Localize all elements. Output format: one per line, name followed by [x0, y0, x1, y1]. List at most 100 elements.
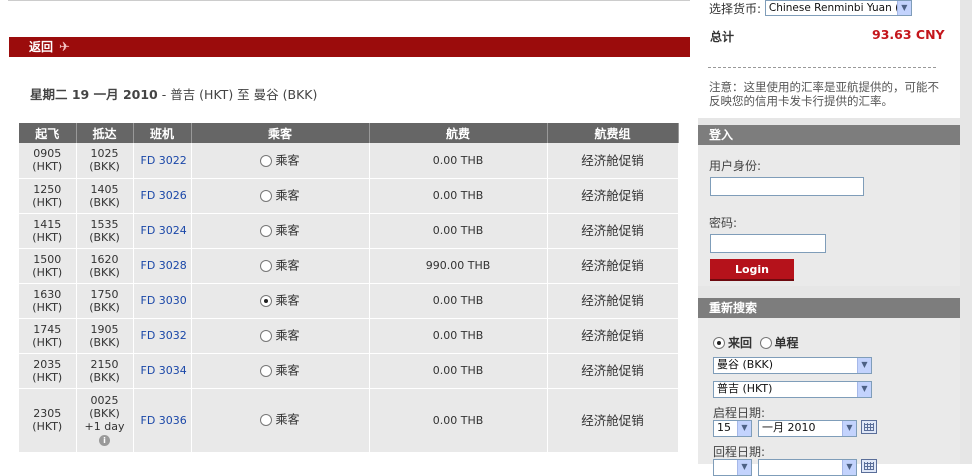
password-input[interactable] [710, 234, 826, 253]
col-header-fare: 航费 [369, 123, 548, 143]
chevron-down-icon[interactable]: ▼ [857, 382, 871, 397]
arrive-time: 1535 [90, 217, 119, 231]
calendar-icon[interactable] [861, 420, 877, 434]
journey-route: - 普吉 (HKT) 至 曼谷 (BKK) [157, 87, 318, 102]
return-month-select[interactable]: ▼ [758, 459, 857, 476]
table-row: 1415 (HKT) 1535 (BKK) FD 3024 乘客 0.00 THB 经济舱促销 [19, 213, 679, 249]
arrive-cell: 1535 (BKK) [76, 213, 134, 249]
flight-number-link[interactable]: FD 3022 [133, 143, 192, 179]
table-header-row: 起飞 抵达 班机 乘客 航费 航费组 [19, 123, 679, 143]
depart-time: 2035 [33, 357, 62, 371]
passenger-cell: 乘客 [191, 143, 370, 179]
flight-table: 起飞 抵达 班机 乘客 航费 航费组 0905 (HKT) 1025 (BKK) FD … [19, 123, 679, 453]
back-link[interactable]: 返回 ✈ [9, 37, 690, 57]
depart-code: (HKT) [32, 195, 63, 209]
password-label: 密码: [709, 216, 738, 230]
fare-select-radio[interactable] [260, 259, 273, 272]
destination-select[interactable]: 普吉 (HKT) ▼ [713, 381, 872, 398]
flight-number-link[interactable]: FD 3028 [133, 248, 192, 284]
calendar-icon[interactable] [861, 459, 877, 473]
exchange-note: 注意：这里使用的汇率是亚航提供的，可能不反映您的信用卡发卡行提供的汇率。 [709, 80, 939, 108]
flight-number-link[interactable]: FD 3024 [133, 213, 192, 249]
passenger-label: 乘客 [275, 412, 300, 427]
fare-cell: 0.00 THB [369, 318, 548, 354]
flight-number-link[interactable]: FD 3032 [133, 318, 192, 354]
currency-value: Chinese Renminbi Yuan (C [768, 2, 907, 14]
passenger-cell: 乘客 [191, 353, 370, 389]
depart-month-value: 一月 2010 [762, 421, 816, 434]
arrive-code: (BKK) [89, 300, 120, 314]
table-row: 0905 (HKT) 1025 (BKK) FD 3022 乘客 0.00 THB 经济舱促销 [19, 143, 679, 179]
depart-time: 0905 [33, 147, 62, 161]
arrive-code: (BKK) [89, 230, 120, 244]
table-row: 1250 (HKT) 1405 (BKK) FD 3026 乘客 0.00 THB 经济舱促销 [19, 178, 679, 214]
return-day-select[interactable]: ▼ [713, 459, 752, 476]
depart-cell: 1630 (HKT) [19, 283, 77, 319]
roundtrip-radio[interactable] [713, 336, 725, 349]
passenger-label: 乘客 [275, 223, 300, 238]
fare-select-radio[interactable] [260, 329, 273, 342]
table-row: 1745 (HKT) 1905 (BKK) FD 3032 乘客 0.00 THB 经济舱促销 [19, 318, 679, 354]
depart-time: 1745 [33, 322, 62, 336]
login-button[interactable]: Login [710, 259, 794, 281]
fare-cell: 0.00 THB [369, 283, 548, 319]
fare-select-radio[interactable] [260, 224, 273, 237]
fare-select-radio[interactable] [260, 294, 273, 307]
total-label: 总计 [710, 30, 735, 44]
passenger-label: 乘客 [275, 258, 300, 273]
passenger-label: 乘客 [275, 328, 300, 343]
roundtrip-label: 来回 [728, 336, 753, 350]
passenger-cell: 乘客 [191, 283, 370, 319]
fare-cell: 0.00 THB [369, 388, 548, 453]
fare-group-cell: 经济舱促销 [547, 318, 679, 354]
info-icon[interactable]: i [99, 435, 110, 446]
fare-group-cell: 经济舱促销 [547, 283, 679, 319]
trip-type: 来回 单程 [713, 334, 799, 351]
arrive-code: (BKK) [89, 407, 120, 420]
arrive-cell: 1905 (BKK) [76, 318, 134, 354]
return-date-label: 回程日期: [713, 445, 766, 459]
depart-day-value: 15 [717, 421, 731, 434]
flight-number-link[interactable]: FD 3026 [133, 178, 192, 214]
passenger-cell: 乘客 [191, 248, 370, 284]
arrive-code: (BKK) [89, 265, 120, 279]
depart-time: 1250 [33, 182, 62, 196]
col-header-fare-group: 航费组 [547, 123, 679, 143]
fare-select-radio[interactable] [260, 414, 273, 427]
fare-group-cell: 经济舱促销 [547, 353, 679, 389]
user-id-input[interactable] [710, 177, 864, 196]
flight-number-link[interactable]: FD 3030 [133, 283, 192, 319]
arrive-time: 1405 [90, 182, 119, 196]
depart-code: (HKT) [32, 230, 63, 244]
oneway-radio[interactable] [759, 336, 772, 349]
passenger-label: 乘客 [275, 293, 300, 308]
currency-row: 选择货币: Chinese Renminbi Yuan (C ▼ [709, 0, 912, 17]
fare-select-radio[interactable] [260, 154, 273, 167]
flight-number-link[interactable]: FD 3036 [133, 388, 192, 453]
flight-number-link[interactable]: FD 3034 [133, 353, 192, 389]
fare-cell: 990.00 THB [369, 248, 548, 284]
back-label[interactable]: 返回 [29, 40, 53, 54]
origin-select[interactable]: 曼谷 (BKK) ▼ [713, 357, 872, 374]
arrive-time: 1905 [90, 322, 119, 336]
col-header-depart: 起飞 [19, 123, 77, 143]
chevron-down-icon[interactable]: ▼ [896, 1, 911, 15]
login-panel-title: 登入 [698, 125, 960, 145]
currency-select[interactable]: Chinese Renminbi Yuan (C ▼ [764, 0, 912, 16]
table-row: 1500 (HKT) 1620 (BKK) FD 3028 乘客 990.00 THB 经济舱… [19, 248, 679, 284]
fare-select-radio[interactable] [260, 189, 273, 202]
arrive-cell: 1025 (BKK) [76, 143, 134, 179]
depart-month-select[interactable]: 一月 2010 ▼ [758, 420, 857, 437]
search-panel-title: 重新搜索 [698, 298, 960, 318]
fare-group-cell: 经济舱促销 [547, 143, 679, 179]
depart-day-select[interactable]: 15 ▼ [713, 420, 752, 437]
depart-time: 1630 [33, 287, 62, 301]
chevron-down-icon[interactable]: ▼ [842, 421, 856, 436]
fare-group-cell: 经济舱促销 [547, 213, 679, 249]
fare-select-radio[interactable] [260, 364, 273, 377]
chevron-down-icon[interactable]: ▼ [737, 460, 751, 475]
chevron-down-icon[interactable]: ▼ [842, 460, 856, 475]
col-header-passenger: 乘客 [191, 123, 370, 143]
chevron-down-icon[interactable]: ▼ [857, 358, 871, 373]
chevron-down-icon[interactable]: ▼ [737, 421, 751, 436]
